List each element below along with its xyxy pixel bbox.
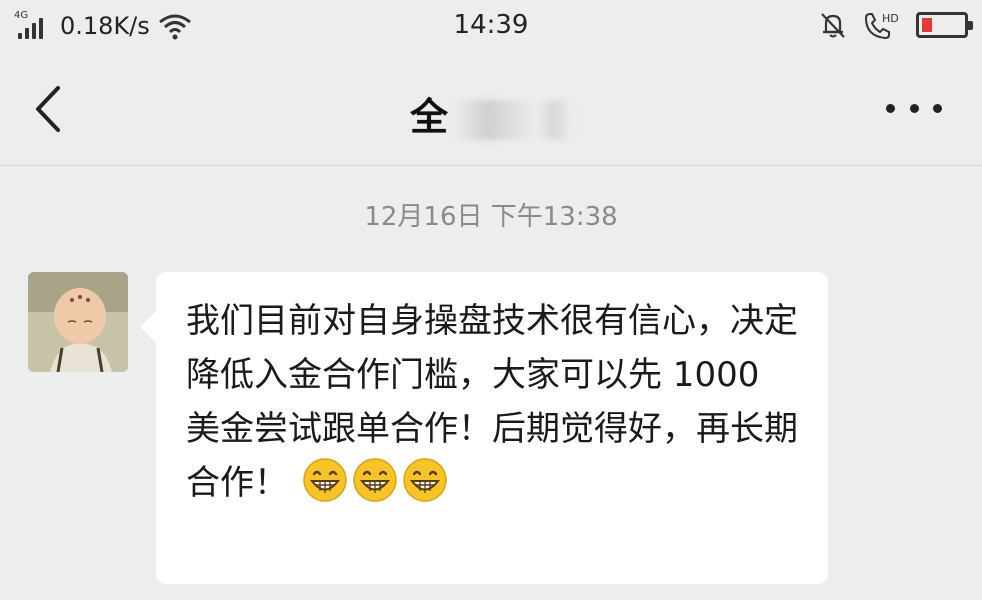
mute-bell-icon: [821, 13, 845, 38]
avatar-image: [28, 272, 128, 372]
more-options-button[interactable]: [886, 96, 942, 120]
chat-title-text: 全: [409, 95, 448, 139]
status-right: HD: [818, 10, 973, 40]
hd-call-icon: HD: [864, 12, 899, 40]
more-dot-icon: [933, 103, 942, 113]
message-bubble[interactable]: 我们目前对自身操盘技术很有信心，决定降低入金合作门槛，大家可以先 1000 美金…: [156, 272, 828, 584]
more-dot-icon: [886, 103, 895, 113]
battery-icon: [916, 12, 973, 38]
chat-title: 全: [0, 86, 982, 141]
hd-label: HD: [882, 12, 899, 25]
status-bar: 4G 0.18K/s 14:39 HD: [0, 0, 982, 52]
message-content: 我们目前对自身操盘技术很有信心，决定降低入金合作门槛，大家可以先 1000 美金…: [186, 294, 804, 510]
message-timestamp: 12月16日 下午13:38: [364, 202, 618, 232]
grinning-face-emoji-icon: [403, 458, 447, 502]
grinning-face-emoji-icon: [353, 458, 397, 502]
nav-bar: 全: [0, 52, 982, 166]
more-dot-icon: [909, 103, 919, 113]
message-text: 我们目前对自身操盘技术很有信心，决定降低入金合作门槛，大家可以先 1000 美金…: [186, 301, 798, 503]
sender-avatar[interactable]: [28, 272, 128, 372]
redacted-title: [452, 99, 572, 140]
battery-level: [922, 18, 932, 32]
grinning-face-emoji-icon: [303, 458, 347, 502]
